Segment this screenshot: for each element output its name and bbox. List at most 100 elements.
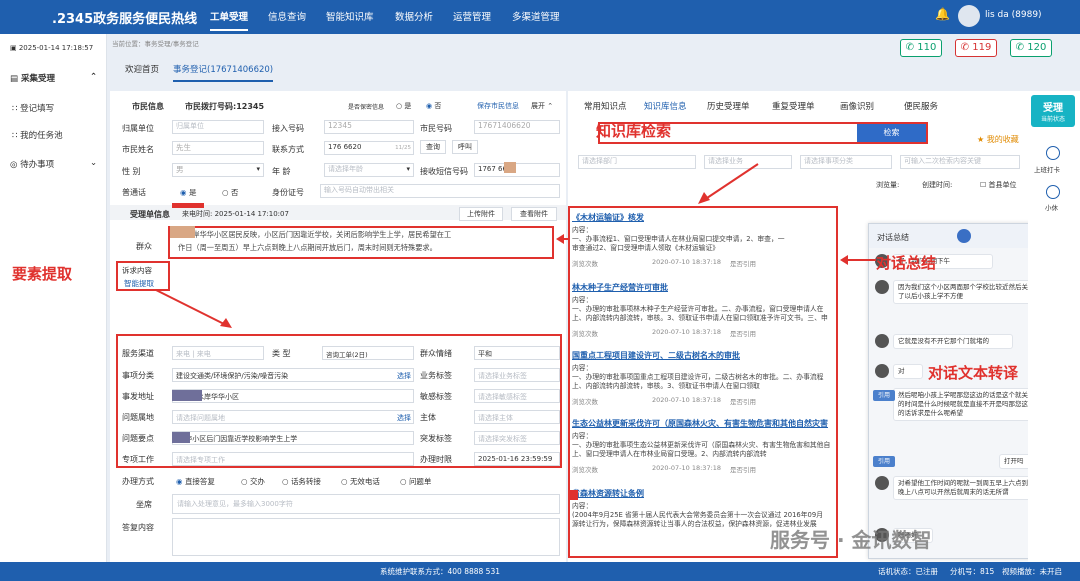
field-value: 平和 <box>478 350 492 358</box>
kb-item-cite[interactable]: 是否引用 <box>730 328 756 338</box>
favorites-link[interactable]: ★ 我的收藏 <box>977 134 1019 145</box>
kb-tab-history[interactable]: 历史受理单 <box>707 100 750 112</box>
field-label: 专项工作 <box>122 455 154 464</box>
annotation-transcribe: 对话文本转译 <box>928 364 1019 382</box>
kb-item-title[interactable]: 省森林资源转让条例 <box>572 488 644 499</box>
name-input[interactable]: 先生 <box>172 141 264 155</box>
kb-filter-dept[interactable]: 请选择部门 <box>578 155 696 169</box>
call-119-button[interactable]: ✆ 119 <box>955 39 997 57</box>
citizen-number-input[interactable]: 17671406620 <box>474 120 560 134</box>
rest-label[interactable]: 小休 <box>1045 202 1058 212</box>
clock-in-label[interactable]: 上班打卡 <box>1034 164 1060 174</box>
kb-search-button[interactable]: 检索 <box>857 124 926 142</box>
call-110-button[interactable]: ✆ 110 <box>900 39 942 57</box>
select-link[interactable]: 选择 <box>397 413 411 423</box>
query-button[interactable]: 查询 <box>420 140 446 154</box>
section-label: 采集受理 <box>21 74 56 84</box>
clock-in-icon[interactable] <box>1046 146 1060 160</box>
call-button[interactable]: 呼叫 <box>452 140 478 154</box>
sidebar-section-collect[interactable]: ▤ 采集受理 ⌃ <box>10 72 97 84</box>
age-select[interactable]: 请选择年龄 ▾ <box>324 163 414 177</box>
kb-filter-category[interactable]: 请选择事项分类 <box>800 155 892 169</box>
field-value: 水 庐小区后门因靠近学校影响学生上学 <box>176 435 298 443</box>
handle-direct-radio[interactable]: ◉ 直接答复 <box>176 476 215 487</box>
rest-icon[interactable] <box>1046 185 1060 199</box>
id-card-input[interactable]: 输入号码自动带出相关 <box>320 184 560 198</box>
tab-register[interactable]: 事务登记(17671406620) <box>173 63 274 82</box>
mandarin-no-radio[interactable]: ○ 否 <box>222 187 238 198</box>
sms-number-input[interactable]: 1767 6620 <box>474 163 560 177</box>
seat-opinion-textarea[interactable]: 请输入处理意见，最多输入3000字符 <box>172 494 560 514</box>
radio-label: 是 <box>404 102 412 110</box>
gender-select[interactable]: 男 ▾ <box>172 163 264 177</box>
kb-item-cite[interactable]: 是否引用 <box>730 396 756 406</box>
kb-item-title[interactable]: 生态公益林更新采伐许可（原国森林火灾、有害生物危害和其他自然灾害 <box>572 418 828 429</box>
reply-textarea[interactable] <box>172 518 560 556</box>
call-time-value: 2025-01-14 17:10:07 <box>214 210 289 218</box>
collect-icon: ▤ <box>10 74 21 84</box>
contact-input[interactable]: 176 6620 11/25 <box>324 141 414 155</box>
sidebar-item-task-pool[interactable]: ∷ 我的任务池 <box>12 129 63 141</box>
footer: 系统维护联系方式：400 8888 531 话机状态：已注册 分机号：815 视… <box>0 562 1080 581</box>
nav-analysis[interactable]: 数据分析 <box>395 9 433 23</box>
call-time: 来电时间: 2025-01-14 17:10:07 <box>182 209 289 219</box>
accept-sub: 当前状态 <box>1040 116 1065 123</box>
handle-invalid-radio[interactable]: ○ 无效电话 <box>341 476 380 487</box>
sort-views[interactable]: 浏览量: <box>876 180 899 190</box>
access-number-input[interactable]: 12345 <box>324 120 414 134</box>
kb-item-cite[interactable]: 是否引用 <box>730 464 756 474</box>
view-attachment-button[interactable]: 查看附件 <box>511 207 557 221</box>
nav-operation[interactable]: 运营管理 <box>453 9 491 23</box>
sort-created[interactable]: 创建时间: <box>922 180 952 190</box>
kb-tab-common[interactable]: 常用知识点 <box>584 100 627 112</box>
appeal-content-textarea[interactable]: 区水岸华华小区居民反映，小区后门因靠近学校，关闭后影响学生上学，居民希望在工 作… <box>168 226 554 259</box>
call-120-button[interactable]: ✆ 120 <box>1010 39 1052 57</box>
kb-tab-duplicate[interactable]: 重复受理单 <box>772 100 815 112</box>
kb-item-cite[interactable]: 是否引用 <box>730 258 756 268</box>
accept-button[interactable]: 受理 当前状态 <box>1031 95 1075 127</box>
field-label: 问题属地 <box>122 413 154 422</box>
kb-item-title[interactable]: 国重点工程项目建设许可、二级古树名木的审批 <box>572 350 740 361</box>
kb-tab-kb-info[interactable]: 知识库信息 <box>644 100 687 112</box>
sort-county[interactable]: ☐ 首县单位 <box>980 180 1017 190</box>
confidential-yes-radio[interactable]: ○ 是 <box>396 101 411 111</box>
unit-input[interactable]: 归属单位 <box>172 120 264 134</box>
nav-knowledge[interactable]: 智能知识库 <box>326 9 374 23</box>
annotation-element-extract: 要素提取 <box>12 265 73 283</box>
nav-multichannel[interactable]: 多渠道管理 <box>512 9 560 23</box>
kb-filter-keyword[interactable]: 可输入二次检索内容关键 <box>900 155 1020 169</box>
grid-icon: ∷ <box>12 104 21 114</box>
handle-transfer-radio[interactable]: ○ 话务转接 <box>282 476 321 487</box>
kb-item-title[interactable]: 《木材运输证》核发 <box>572 212 644 223</box>
save-citizen-link[interactable]: 保存市民信息 <box>477 101 519 111</box>
mandarin-yes-radio[interactable]: ◉ 是 <box>180 187 196 198</box>
radio-label: 交办 <box>249 477 265 486</box>
tab-home[interactable]: 欢迎首页 <box>125 63 159 75</box>
user-name[interactable]: lis da (8989) <box>985 10 1042 20</box>
phone-icon: ✆ <box>905 42 918 53</box>
upload-attachment-button[interactable]: 上传附件 <box>459 207 503 221</box>
kb-item-time: 2020-07-10 18:37:18 <box>652 464 722 472</box>
handle-assign-radio[interactable]: ○ 交办 <box>241 476 265 487</box>
field-value: 请选择突发标签 <box>478 435 527 443</box>
bell-icon[interactable]: 🔔 <box>935 7 950 21</box>
select-link[interactable]: 选择 <box>397 371 411 381</box>
field-label: 群众情绪 <box>420 349 452 358</box>
kb-tab-services[interactable]: 便民服务 <box>904 100 938 112</box>
kb-item-views: 浏览次数 <box>572 330 598 338</box>
nav-info-query[interactable]: 信息查询 <box>268 9 306 23</box>
cite-button[interactable]: 引用 <box>873 456 895 467</box>
kb-item-title[interactable]: 林木种子生产经营许可审批 <box>572 282 668 293</box>
cite-button[interactable]: 引用 <box>873 390 895 401</box>
field-label: 业务标签 <box>420 371 452 380</box>
result-marker <box>570 490 578 500</box>
expand-link[interactable]: 展开 ⌃ <box>531 101 553 111</box>
avatar[interactable] <box>958 5 980 27</box>
handle-problem-radio[interactable]: ○ 问题单 <box>400 476 431 487</box>
nav-ticket[interactable]: 工单受理 <box>210 9 249 31</box>
confidential-no-radio[interactable]: ◉ 否 <box>426 101 441 111</box>
kb-tab-portrait[interactable]: 画像识别 <box>840 100 874 112</box>
kb-item-text: 上、内部流转内部流转，审核。3、领取证书申请人在窗口领取 <box>572 382 760 390</box>
sidebar-item-register[interactable]: ∷ 登记填写 <box>12 102 54 114</box>
sidebar-section-todo[interactable]: ◎ 待办事项 ⌄ <box>10 158 97 170</box>
